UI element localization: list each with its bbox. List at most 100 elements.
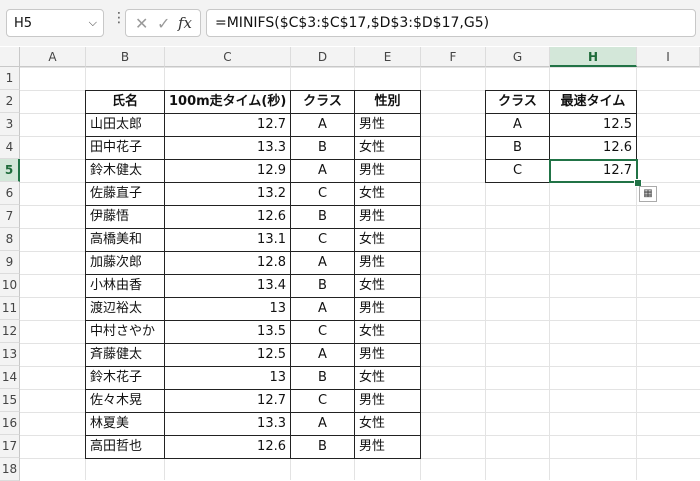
table-cell[interactable]: 女性 [354, 412, 421, 436]
table-cell[interactable]: 林夏美 [85, 412, 165, 436]
table-cell[interactable]: 伊藤悟 [85, 205, 165, 229]
table-cell[interactable]: 男性 [354, 343, 421, 367]
table-cell[interactable]: B [290, 366, 355, 390]
header-time[interactable]: 100m走タイム(秒) [164, 90, 291, 114]
summary-cell[interactable]: C [485, 159, 550, 183]
cancel-icon[interactable]: ✕ [135, 14, 148, 33]
table-cell[interactable]: 田中花子 [85, 136, 165, 160]
summary-cell[interactable]: 12.6 [549, 136, 637, 160]
table-cell[interactable]: 13.3 [164, 136, 291, 160]
name-box[interactable]: H5 ⌵ [6, 9, 104, 37]
table-cell[interactable]: 鈴木花子 [85, 366, 165, 390]
table-cell[interactable]: 女性 [354, 366, 421, 390]
table-cell[interactable]: A [290, 343, 355, 367]
table-cell[interactable]: 斉藤健太 [85, 343, 165, 367]
table-cell[interactable]: 佐々木晃 [85, 389, 165, 413]
table-cell[interactable]: B [290, 274, 355, 298]
table-cell[interactable]: 男性 [354, 251, 421, 275]
row-header-11[interactable]: 11 [0, 297, 20, 320]
column-header-d[interactable]: D [291, 47, 355, 67]
row-header-3[interactable]: 3 [0, 113, 20, 136]
header-class-summary[interactable]: クラス [485, 90, 550, 114]
table-cell[interactable]: 12.5 [164, 343, 291, 367]
table-cell[interactable]: C [290, 228, 355, 252]
table-cell[interactable]: 男性 [354, 435, 421, 459]
row-header-18[interactable]: 18 [0, 458, 20, 481]
table-cell[interactable]: 山田太郎 [85, 113, 165, 137]
row-header-9[interactable]: 9 [0, 251, 20, 274]
table-cell[interactable]: 女性 [354, 320, 421, 344]
row-header-1[interactable]: 1 [0, 67, 20, 90]
column-header-b[interactable]: B [86, 47, 165, 67]
row-header-10[interactable]: 10 [0, 274, 20, 297]
row-header-6[interactable]: 6 [0, 182, 20, 205]
column-header-h[interactable]: H [550, 47, 637, 67]
header-name[interactable]: 氏名 [85, 90, 165, 114]
summary-cell[interactable]: A [485, 113, 550, 137]
table-cell[interactable]: A [290, 159, 355, 183]
header-gender[interactable]: 性別 [354, 90, 421, 114]
summary-cell[interactable]: B [485, 136, 550, 160]
table-cell[interactable]: A [290, 412, 355, 436]
row-header-13[interactable]: 13 [0, 343, 20, 366]
quick-analysis-icon[interactable]: ▦ [639, 186, 657, 202]
header-fastest-time[interactable]: 最速タイム [549, 90, 637, 114]
table-cell[interactable]: 12.9 [164, 159, 291, 183]
table-cell[interactable]: 13.3 [164, 412, 291, 436]
table-cell[interactable]: 12.6 [164, 205, 291, 229]
table-cell[interactable]: 佐藤直子 [85, 182, 165, 206]
formula-input[interactable]: =MINIFS($C$3:$C$17,$D$3:$D$17,G5) [206, 9, 696, 37]
table-cell[interactable]: 女性 [354, 182, 421, 206]
table-cell[interactable]: C [290, 182, 355, 206]
table-cell[interactable]: C [290, 320, 355, 344]
insert-function-icon[interactable]: fx [178, 14, 192, 32]
column-header-i[interactable]: I [637, 47, 700, 67]
select-all-corner[interactable] [0, 47, 20, 67]
table-cell[interactable]: 女性 [354, 228, 421, 252]
row-header-5[interactable]: 5 [0, 159, 20, 182]
table-cell[interactable]: 加藤次郎 [85, 251, 165, 275]
table-cell[interactable]: 男性 [354, 113, 421, 137]
table-cell[interactable]: B [290, 136, 355, 160]
table-cell[interactable]: 13 [164, 366, 291, 390]
table-cell[interactable]: 女性 [354, 274, 421, 298]
table-cell[interactable]: 女性 [354, 136, 421, 160]
table-cell[interactable]: A [290, 113, 355, 137]
table-cell[interactable]: A [290, 251, 355, 275]
table-cell[interactable]: 男性 [354, 297, 421, 321]
table-cell[interactable]: 12.7 [164, 113, 291, 137]
row-header-7[interactable]: 7 [0, 205, 20, 228]
table-cell[interactable]: 男性 [354, 205, 421, 229]
row-header-14[interactable]: 14 [0, 366, 20, 389]
row-header-4[interactable]: 4 [0, 136, 20, 159]
row-header-12[interactable]: 12 [0, 320, 20, 343]
table-cell[interactable]: 男性 [354, 389, 421, 413]
table-cell[interactable]: A [290, 297, 355, 321]
table-cell[interactable]: 中村さやか [85, 320, 165, 344]
table-cell[interactable]: 13.2 [164, 182, 291, 206]
active-cell-h5[interactable] [549, 159, 638, 183]
row-header-15[interactable]: 15 [0, 389, 20, 412]
enter-icon[interactable]: ✓ [157, 14, 170, 33]
table-cell[interactable]: 13 [164, 297, 291, 321]
table-cell[interactable]: 12.8 [164, 251, 291, 275]
row-header-8[interactable]: 8 [0, 228, 20, 251]
table-cell[interactable]: 渡辺裕太 [85, 297, 165, 321]
row-header-2[interactable]: 2 [0, 90, 20, 113]
table-cell[interactable]: 鈴木健太 [85, 159, 165, 183]
table-cell[interactable]: C [290, 389, 355, 413]
chevron-down-icon[interactable]: ⌵ [89, 16, 97, 30]
column-header-e[interactable]: E [355, 47, 421, 67]
header-class[interactable]: クラス [290, 90, 355, 114]
row-header-17[interactable]: 17 [0, 435, 20, 458]
table-cell[interactable]: 12.7 [164, 389, 291, 413]
table-cell[interactable]: B [290, 435, 355, 459]
table-cell[interactable]: 男性 [354, 159, 421, 183]
table-cell[interactable]: 13.1 [164, 228, 291, 252]
row-header-16[interactable]: 16 [0, 412, 20, 435]
table-cell[interactable]: 13.4 [164, 274, 291, 298]
column-header-f[interactable]: F [421, 47, 486, 67]
table-cell[interactable]: 小林由香 [85, 274, 165, 298]
column-header-a[interactable]: A [20, 47, 86, 67]
table-cell[interactable]: B [290, 205, 355, 229]
